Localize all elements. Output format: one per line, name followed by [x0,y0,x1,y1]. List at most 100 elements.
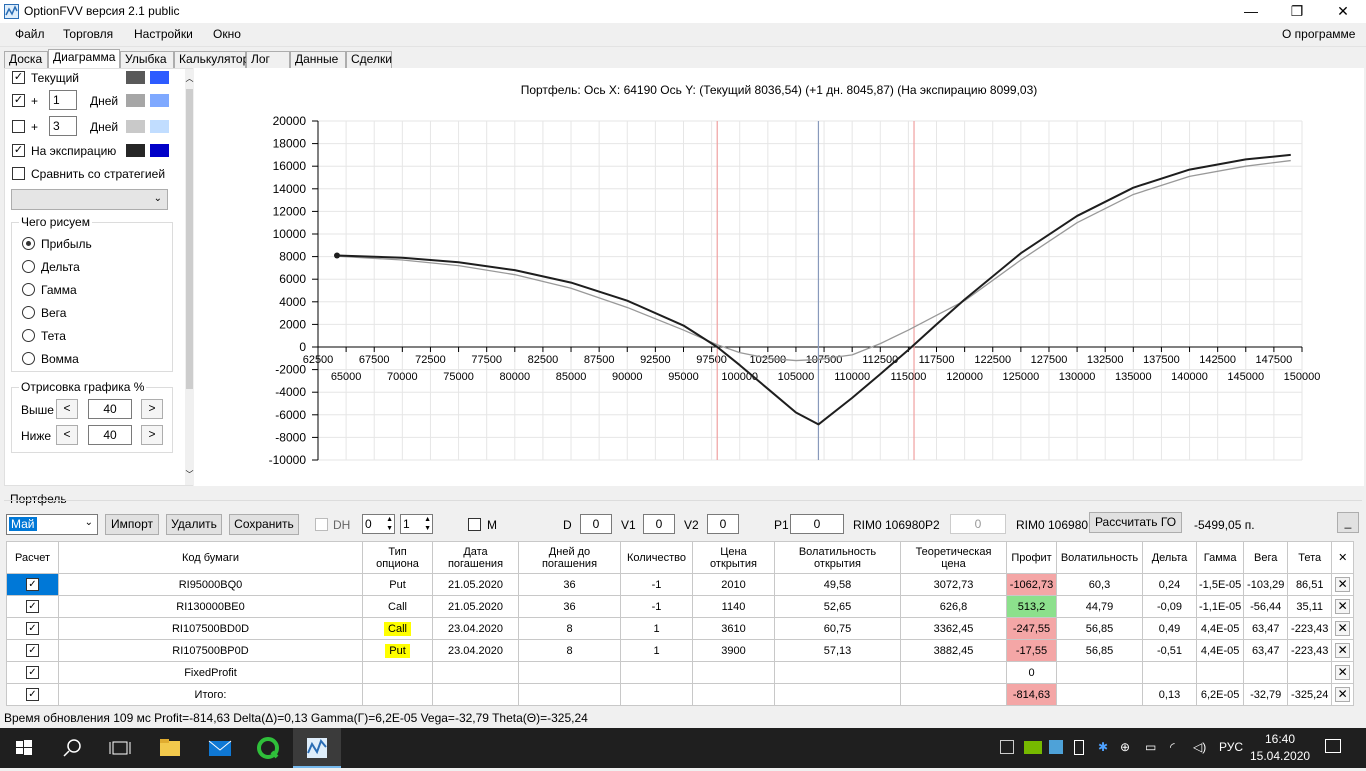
cell-date[interactable] [432,661,519,684]
cell-vol[interactable] [1056,683,1143,706]
remove-cell[interactable]: ✕ [1331,639,1355,662]
menu-window[interactable]: Окно [213,27,241,41]
minimize-panel-button[interactable]: _ [1337,512,1359,533]
cell-price[interactable]: 2010 [692,573,775,596]
cell-price[interactable]: 3900 [692,639,775,662]
table-row[interactable]: ✓ FixedProfit 0 ✕ [6,661,1355,684]
cell-gamma[interactable]: 6,2E-05 [1195,683,1245,706]
optionfvv-taskbar-icon[interactable] [293,728,341,768]
cell-price[interactable] [692,661,775,684]
header-profit[interactable]: Профит [1006,541,1057,574]
cell-date[interactable] [432,683,519,706]
header-qty[interactable]: Количество [620,541,693,574]
cell-qty[interactable] [620,661,693,684]
cell-vol-open[interactable] [774,661,901,684]
cell-price[interactable] [692,683,775,706]
start-icon[interactable] [0,728,48,768]
save-button[interactable]: Сохранить [229,514,299,535]
scroll-down-icon[interactable]: ﹀ [185,469,194,479]
cell-price[interactable]: 3610 [692,617,775,640]
cell-code[interactable]: Итого: [58,683,363,706]
remove-cell[interactable]: ✕ [1331,661,1355,684]
remove-row-icon[interactable]: ✕ [1335,621,1351,636]
tab-log[interactable]: Лог [246,51,290,68]
delete-button[interactable]: Удалить [166,514,222,535]
cell-theta[interactable]: 35,11 [1287,595,1333,618]
plus1-color-1[interactable] [126,94,145,107]
cell-vol[interactable]: 60,3 [1056,573,1143,596]
cell-qty[interactable]: 1 [620,639,693,662]
cell-delta[interactable] [1142,661,1197,684]
cell-date[interactable]: 21.05.2020 [432,573,519,596]
cell-type[interactable]: Call [362,595,433,618]
p1-input[interactable]: 0 [790,514,844,534]
tray-app-icon[interactable] [1000,740,1014,754]
cell-profit[interactable]: -814,63 [1006,683,1057,706]
cell-vol[interactable]: 56,85 [1056,639,1143,662]
cell-days[interactable]: 36 [518,573,621,596]
wifi-signal-icon[interactable]: ▭ [1145,740,1156,754]
radio-vomma[interactable] [22,352,35,365]
strategy-dropdown[interactable]: ⌄ [11,189,168,210]
header-days[interactable]: Дней до погашения [518,541,621,574]
radio-theta[interactable] [22,329,35,342]
remove-cell[interactable]: ✕ [1331,617,1355,640]
cell-gamma[interactable] [1195,661,1245,684]
calc-cell[interactable]: ✓ [6,573,59,596]
quik-icon[interactable] [244,728,292,768]
cell-vega[interactable]: 63,47 [1243,617,1289,640]
expiration-color-1[interactable] [126,144,145,157]
language-indicator[interactable]: РУС [1219,740,1243,754]
row-calc-checkbox[interactable]: ✓ [26,600,39,613]
cell-gamma[interactable]: -1,1E-05 [1195,595,1245,618]
cell-price[interactable]: 1140 [692,595,775,618]
header-vol[interactable]: Волатильность [1056,541,1143,574]
radio-gamma[interactable] [22,283,35,296]
cell-vega[interactable]: -32,79 [1243,683,1289,706]
minimize-button[interactable]: — [1228,0,1274,23]
network-icon[interactable]: ⊕ [1120,740,1130,754]
cell-code[interactable]: RI107500BP0D [58,639,363,662]
tab-deals[interactable]: Сделки [346,51,392,68]
cell-delta[interactable]: 0,24 [1142,573,1197,596]
cell-days[interactable]: 8 [518,617,621,640]
table-row[interactable]: ✓ RI107500BP0D Put 23.04.2020 8 1 3900 57,13 388… [6,639,1355,662]
header-theta[interactable]: Тета [1287,541,1333,574]
radio-profit[interactable] [22,237,35,250]
expiration-color-2[interactable] [150,144,169,157]
cell-theta[interactable]: 86,51 [1287,573,1333,596]
current-color-1[interactable] [126,71,145,84]
cell-qty[interactable]: -1 [620,595,693,618]
cell-gamma[interactable]: 4,4E-05 [1195,617,1245,640]
row-calc-checkbox[interactable]: ✓ [26,622,39,635]
spin-2[interactable]: 1 ▲ ▼ [400,514,433,534]
spin-1[interactable]: 0 ▲ ▼ [362,514,395,534]
cell-type[interactable] [362,661,433,684]
tray-app-icon-2[interactable] [1049,740,1063,754]
cell-vega[interactable]: -56,44 [1243,595,1289,618]
tab-board[interactable]: Доска [4,51,48,68]
p2-input[interactable]: 0 [950,514,1006,534]
plus3-color-2[interactable] [150,120,169,133]
cell-theo[interactable] [900,661,1007,684]
cell-type[interactable] [362,683,433,706]
cell-qty[interactable] [620,683,693,706]
table-row[interactable]: ✓ RI130000BE0 Call 21.05.2020 36 -1 1140 52,65 6… [6,595,1355,618]
cell-vol[interactable]: 56,85 [1056,617,1143,640]
remove-cell[interactable]: ✕ [1331,595,1355,618]
table-row[interactable]: ✓ RI95000BQ0 Put 21.05.2020 36 -1 2010 49,58 307… [6,573,1355,596]
row-calc-checkbox[interactable]: ✓ [26,666,39,679]
cell-profit[interactable]: 513,2 [1006,595,1057,618]
v1-input[interactable]: 0 [643,514,675,534]
tab-smile[interactable]: Улыбка [120,51,174,68]
cell-vol-open[interactable]: 60,75 [774,617,901,640]
above-input[interactable]: 40 [88,399,132,419]
compare-strategy-checkbox[interactable] [12,167,25,180]
remove-cell[interactable]: ✕ [1331,573,1355,596]
volume-icon[interactable]: ◁) [1193,740,1206,754]
m-checkbox[interactable] [468,518,481,531]
cell-vega[interactable]: -103,29 [1243,573,1289,596]
cell-days[interactable] [518,661,621,684]
cell-qty[interactable]: -1 [620,573,693,596]
remove-row-icon[interactable]: ✕ [1335,577,1351,592]
